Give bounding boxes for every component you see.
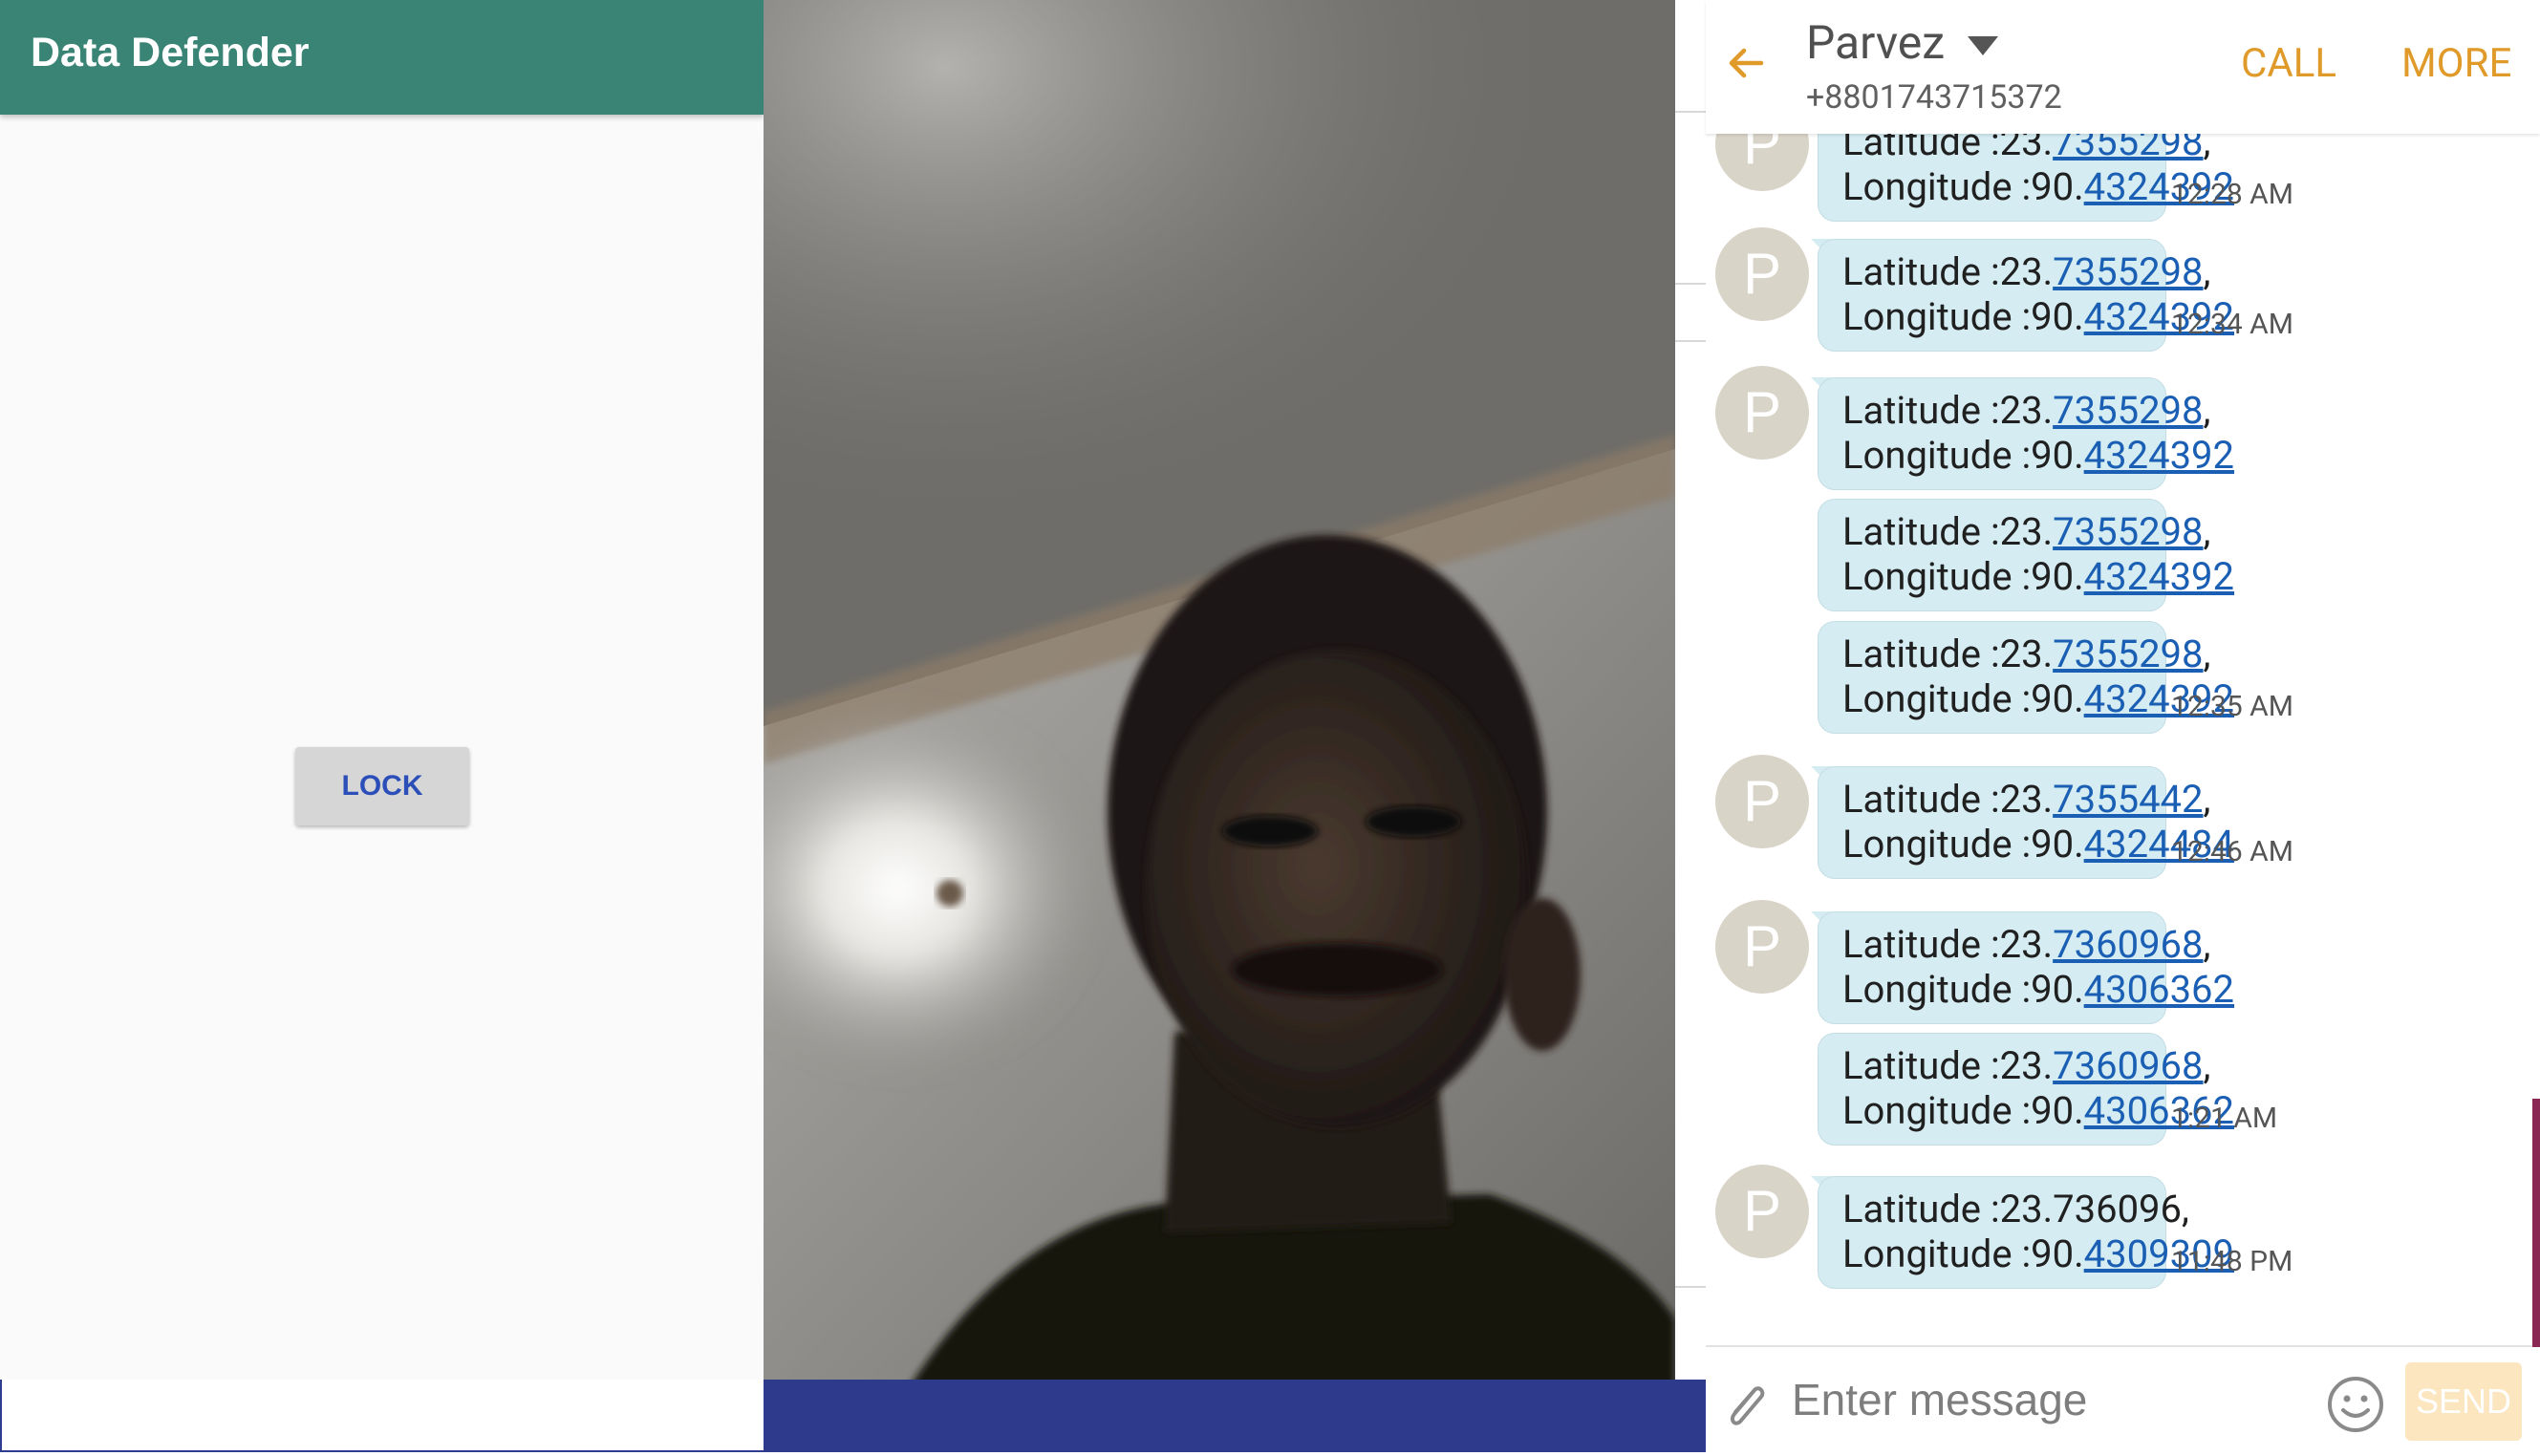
longitude-line: Longitude :90.4306362 <box>1842 1088 2234 1133</box>
contact-avatar[interactable]: P <box>1715 227 1809 321</box>
latitude-text: Latitude :23. <box>1842 922 2054 967</box>
divider <box>1675 111 1706 113</box>
latitude-line: Latitude :23.7355298, <box>1842 632 2210 676</box>
phone-number-link[interactable]: 4324392 <box>2084 433 2234 478</box>
longitude-text: Longitude :90. <box>1842 676 2084 721</box>
longitude-text: Longitude :90. <box>1842 554 2084 599</box>
message-bubble[interactable]: Latitude :23.7355298, Longitude :90.43243… <box>1818 621 2234 734</box>
longitude-line: Longitude :90.4324484 <box>1842 822 2234 867</box>
captured-face-photo <box>764 0 1675 1391</box>
conversation-header: Parvez +8801743715372 CALL MORE <box>1706 0 2540 134</box>
phone-number-link[interactable]: 7355442 <box>2053 777 2203 822</box>
navigation-bar <box>764 1380 1706 1452</box>
back-arrow-icon[interactable] <box>1723 40 1769 86</box>
longitude-text: Longitude :90. <box>1842 967 2084 1012</box>
message-timestamp: 12:46 AM <box>2171 835 2293 868</box>
comma-text: , <box>2203 249 2211 294</box>
message-bubble[interactable]: Latitude :23.736096, Longitude :90.430930… <box>1818 1176 2234 1289</box>
divider <box>1675 283 1706 285</box>
message-timestamp: 12:28 AM <box>2171 178 2293 211</box>
longitude-line: Longitude :90.4324392 <box>1842 433 2234 478</box>
latitude-text: Latitude :23.736096, <box>1842 1187 2189 1231</box>
message-bubble[interactable]: Latitude :23.7355298, Longitude :90.43243… <box>1818 377 2234 490</box>
comma-text: , <box>2203 632 2211 676</box>
edge-accent <box>2532 1099 2540 1347</box>
comma-text: , <box>2203 922 2211 967</box>
latitude-text: Latitude :23. <box>1842 249 2054 294</box>
latitude-text: Latitude :23. <box>1842 388 2054 433</box>
more-button[interactable]: MORE <box>2401 40 2511 87</box>
lock-button[interactable]: LOCK <box>295 747 469 825</box>
message-bubble[interactable]: Latitude :23.7355442, Longitude :90.43244… <box>1818 766 2234 879</box>
latitude-text: Latitude :23. <box>1842 632 2054 676</box>
message-bubble[interactable]: Latitude :23.7360968, Longitude :90.43063… <box>1818 1033 2234 1146</box>
bottom-edge <box>0 1380 764 1452</box>
contact-avatar[interactable]: P <box>1715 755 1809 848</box>
longitude-text: Longitude :90. <box>1842 433 2084 478</box>
message-timestamp: 1:21 AM <box>2171 1102 2278 1135</box>
message-bubble[interactable]: Latitude :23.7360968, Longitude :90.43063… <box>1818 911 2234 1024</box>
comma-text: , <box>2203 509 2211 554</box>
latitude-line: Latitude :23.7355298, <box>1842 388 2210 433</box>
longitude-text: Longitude :90. <box>1842 1231 2084 1276</box>
longitude-line: Longitude :90.4309309 <box>1842 1231 2234 1276</box>
divider <box>1675 340 1706 342</box>
paperclip-attach-icon[interactable] <box>1719 1376 1773 1433</box>
message-list[interactable]: P Latitude :23.7355298, Longitude :90.4324… <box>1706 115 2540 1347</box>
divider <box>1675 1286 1706 1288</box>
comma-text: , <box>2203 1043 2211 1088</box>
captured-photo <box>764 0 1675 1391</box>
message-timestamp: 12:35 AM <box>2171 690 2293 723</box>
latitude-text: Latitude :23. <box>1842 509 2054 554</box>
longitude-text: Longitude :90. <box>1842 294 2084 339</box>
phone-number-link[interactable]: 7360968 <box>2053 922 2203 967</box>
message-timestamp: 12:34 AM <box>2171 308 2293 341</box>
phone-number-link[interactable]: 4324392 <box>2084 554 2234 599</box>
emoji-smiley-icon[interactable] <box>2325 1374 2386 1435</box>
longitude-text: Longitude :90. <box>1842 1088 2084 1133</box>
message-bubble[interactable]: Latitude :23.7355298, Longitude :90.43243… <box>1818 239 2234 352</box>
longitude-line: Longitude :90.4324392 <box>1842 554 2234 599</box>
phone-number-link[interactable]: 7355298 <box>2053 388 2203 433</box>
phone-number-link[interactable]: 7355298 <box>2053 249 2203 294</box>
dropdown-triangle-icon[interactable] <box>1966 34 2000 57</box>
contact-number: +8801743715372 <box>1806 78 2062 117</box>
latitude-line: Latitude :23.7355298, <box>1842 249 2210 294</box>
contact-avatar[interactable]: P <box>1715 366 1809 460</box>
contact-avatar[interactable]: P <box>1715 900 1809 994</box>
message-timestamp: 11:48 PM <box>2171 1245 2293 1278</box>
latitude-line: Latitude :23.7360968, <box>1842 1043 2210 1088</box>
longitude-line: Longitude :90.4324392 <box>1842 676 2234 721</box>
longitude-text: Longitude :90. <box>1842 164 2084 209</box>
send-button[interactable]: SEND <box>2405 1362 2522 1441</box>
latitude-text: Latitude :23. <box>1842 777 2054 822</box>
longitude-line: Longitude :90.4324392 <box>1842 294 2234 339</box>
latitude-line: Latitude :23.7360968, <box>1842 922 2210 967</box>
phone-number-link[interactable]: 7355298 <box>2053 509 2203 554</box>
contact-avatar[interactable]: P <box>1715 1165 1809 1258</box>
longitude-line: Longitude :90.4306362 <box>1842 967 2234 1012</box>
comma-text: , <box>2203 388 2211 433</box>
latitude-line: Latitude :23.7355298, <box>1842 509 2210 554</box>
call-button[interactable]: CALL <box>2241 40 2336 87</box>
message-composer: SEND <box>1706 1345 2540 1452</box>
longitude-text: Longitude :90. <box>1842 822 2084 867</box>
messages-app: Parvez +8801743715372 CALL MORE P Latitud… <box>1706 0 2540 1452</box>
panel-gap <box>1675 0 1706 1380</box>
phone-number-link[interactable]: 7355298 <box>2053 632 2203 676</box>
app-title: Data Defender <box>31 30 310 75</box>
phone-number-link[interactable]: 7360968 <box>2053 1043 2203 1088</box>
message-input[interactable] <box>1792 1364 2289 1435</box>
latitude-line: Latitude :23.736096, <box>1842 1187 2189 1231</box>
app-bar: Data Defender <box>0 0 764 115</box>
latitude-line: Latitude :23.7355442, <box>1842 777 2210 822</box>
phone-number-link[interactable]: 4306362 <box>2084 967 2234 1012</box>
contact-name[interactable]: Parvez <box>1806 15 1945 70</box>
longitude-line: Longitude :90.4324392 <box>1842 164 2234 209</box>
message-bubble[interactable]: Latitude :23.7355298, Longitude :90.43243… <box>1818 499 2234 611</box>
latitude-text: Latitude :23. <box>1842 1043 2054 1088</box>
data-defender-app: Data Defender LOCK <box>0 0 764 1452</box>
comma-text: , <box>2203 777 2211 822</box>
